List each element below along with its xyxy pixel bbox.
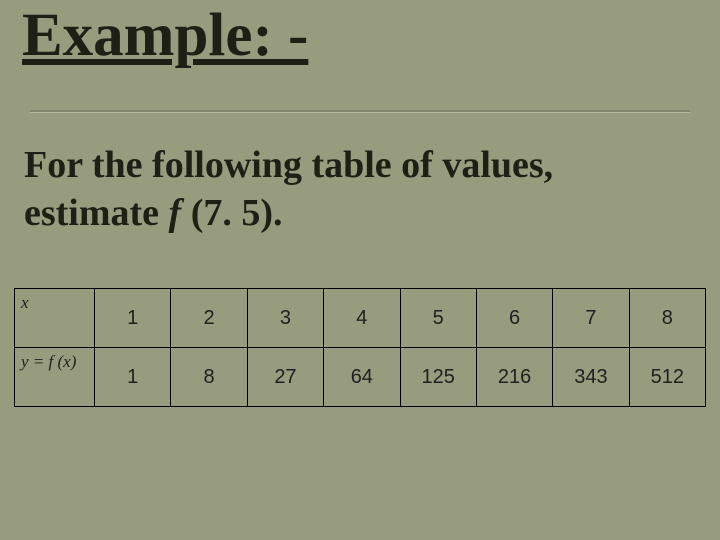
table-cell: 343 — [553, 348, 629, 407]
table-cell: 1 — [95, 289, 171, 348]
table-cell: 7 — [553, 289, 629, 348]
table-cell: 2 — [171, 289, 247, 348]
table-cell: 6 — [476, 289, 552, 348]
row-header-x: x — [15, 289, 95, 348]
table-cell: 5 — [400, 289, 476, 348]
table-cell: 216 — [476, 348, 552, 407]
table-cell: 8 — [629, 289, 705, 348]
table-row: x 1 2 3 4 5 6 7 8 — [15, 289, 706, 348]
table-row: y = f (x) 1 8 27 64 125 216 343 512 — [15, 348, 706, 407]
table-cell: 27 — [247, 348, 323, 407]
table-cell: 8 — [171, 348, 247, 407]
values-table: x 1 2 3 4 5 6 7 8 y = f (x) 1 8 27 64 12… — [14, 288, 706, 407]
values-table-wrap: x 1 2 3 4 5 6 7 8 y = f (x) 1 8 27 64 12… — [14, 288, 706, 407]
prompt-text-b: (7. 5). — [181, 192, 282, 234]
table-cell: 4 — [324, 289, 400, 348]
title-divider-highlight — [30, 112, 690, 113]
table-cell: 1 — [95, 348, 171, 407]
prompt-text-a: For the following table of values, estim… — [24, 144, 553, 234]
table-cell: 3 — [247, 289, 323, 348]
table-cell: 125 — [400, 348, 476, 407]
table-cell: 64 — [324, 348, 400, 407]
prompt-f-symbol: f — [169, 192, 182, 234]
row-header-y: y = f (x) — [15, 348, 95, 407]
problem-statement: For the following table of values, estim… — [24, 142, 696, 237]
table-cell: 512 — [629, 348, 705, 407]
slide-title: Example: - — [0, 0, 720, 68]
